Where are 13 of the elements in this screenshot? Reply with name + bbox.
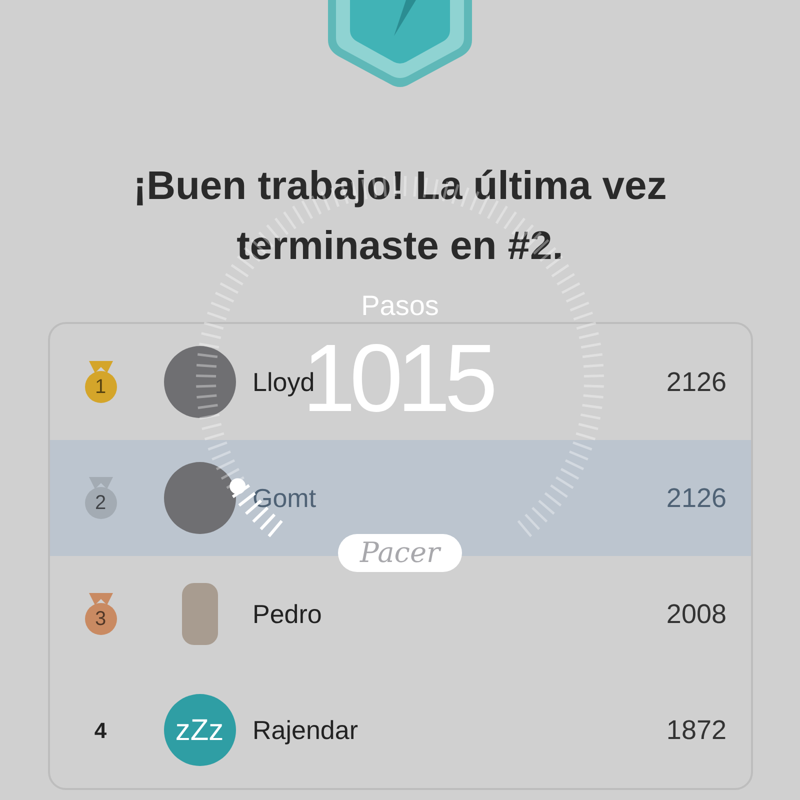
user-name: Rajendar [252,714,358,746]
rank-number: 4 [94,716,107,744]
avatar: zZz [164,694,236,766]
heading: ¡Buen trabajo! La última vez terminaste en #2. [132,163,668,270]
brand-logo: Pacer [338,534,462,572]
step-total: 2126 [666,482,726,515]
step-total: 2126 [666,366,726,399]
photo-placeholder [182,583,218,645]
user-name: Gomt [252,482,316,514]
user-name: Pedro [252,598,322,630]
step-total: 1872 [666,714,726,747]
shield-badge-icon [328,0,472,88]
step-total: 2008 [666,598,726,631]
